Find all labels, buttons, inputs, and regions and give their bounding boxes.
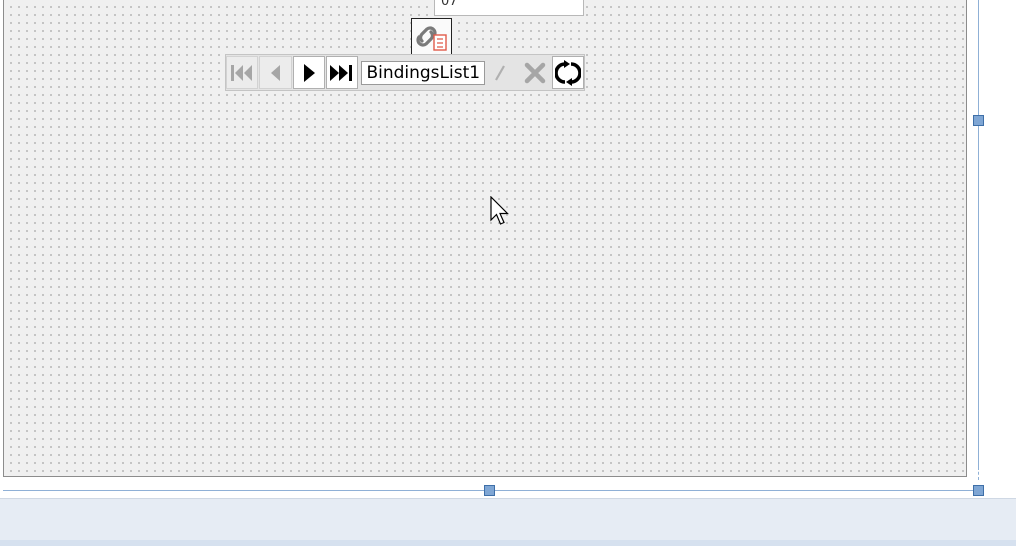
resize-handle-bottom[interactable] (484, 485, 495, 496)
mouse-pointer-icon (490, 196, 509, 225)
resize-handle-right[interactable] (973, 115, 984, 126)
next-record-icon (303, 63, 315, 82)
refresh-icon (554, 59, 581, 86)
last-record-button[interactable] (326, 56, 359, 89)
status-bar (0, 498, 1016, 546)
link-data-icon (416, 26, 447, 51)
prior-record-button[interactable] (259, 56, 292, 89)
alignment-guide-vertical-dashed (978, 440, 979, 480)
cancel-button[interactable] (519, 56, 551, 89)
first-record-icon (231, 64, 253, 81)
post-button[interactable] (487, 56, 519, 89)
status-bar-edge (0, 540, 1016, 546)
cancel-x-icon (525, 62, 546, 83)
resize-handle-bottom-right[interactable] (973, 485, 984, 496)
refresh-button[interactable] (551, 56, 584, 89)
binding-component[interactable] (411, 18, 452, 56)
form-design-canvas[interactable]: 07 BindingsList1 (3, 0, 967, 477)
last-record-icon (330, 64, 353, 81)
post-check-icon (495, 64, 506, 81)
edit-field[interactable]: 07 (434, 0, 584, 16)
db-navigator[interactable]: BindingsList1 (225, 54, 585, 91)
alignment-guide-vertical (978, 0, 979, 470)
next-record-button[interactable] (292, 56, 326, 89)
prior-record-icon (270, 64, 280, 81)
component-name-label: BindingsList1 (361, 60, 486, 85)
first-record-button[interactable] (226, 56, 259, 89)
